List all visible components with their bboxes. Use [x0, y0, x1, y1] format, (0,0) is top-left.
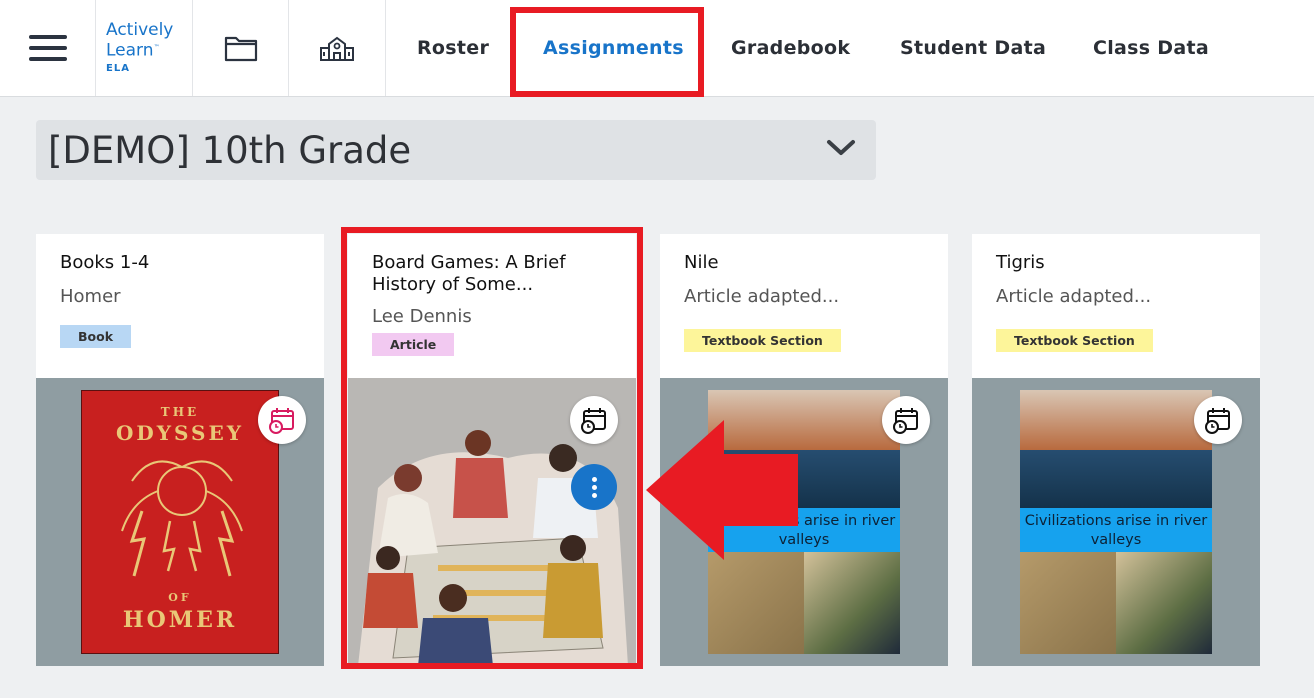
- cover-caption: Civilizations arise in river valleys: [1020, 508, 1212, 552]
- calendar-clock-icon: [893, 408, 918, 434]
- hamburger-icon: [28, 35, 67, 61]
- menu-button[interactable]: [0, 0, 96, 96]
- wheat-photo: [708, 552, 804, 654]
- card-type-badge: Textbook Section: [684, 329, 841, 352]
- logo-line-2: Learn: [106, 40, 154, 61]
- schedule-button[interactable]: [882, 396, 930, 444]
- card-cover-image: Civilizations arise in river valleys: [972, 378, 1260, 666]
- logo-trademark: ™: [153, 43, 160, 51]
- cover-line-1: THE: [160, 405, 200, 419]
- school-button[interactable]: [289, 0, 386, 96]
- satellite-map: [1116, 552, 1212, 654]
- assignments-tab-highlight: [510, 7, 704, 97]
- assignment-card-tigris[interactable]: Tigris Article adapted... Textbook Secti…: [972, 234, 1260, 666]
- card-title: Nile: [684, 252, 719, 273]
- logo-line-1: Actively: [106, 19, 174, 40]
- satellite-map: [804, 552, 900, 654]
- red-arrow-annotation: [646, 420, 798, 560]
- card-author: Article adapted...: [996, 286, 1152, 307]
- logo-product: ELA: [106, 63, 130, 75]
- tab-roster[interactable]: Roster: [417, 0, 489, 96]
- wheat-photo: [1020, 552, 1116, 654]
- odyssey-cover: THE ODYSSEY OF HOMER: [81, 390, 279, 654]
- river-photo: [1020, 450, 1212, 508]
- card-title: Books 1-4: [60, 252, 150, 273]
- cover-line-3: OF: [168, 591, 192, 604]
- library-button[interactable]: [193, 0, 289, 96]
- class-selector[interactable]: [DEMO] 10th Grade: [36, 120, 876, 180]
- folder-icon: [224, 36, 257, 62]
- board-games-card-highlight: [341, 227, 643, 669]
- river-valley-cover: Civilizations arise in river valleys: [1020, 390, 1212, 654]
- tab-student-data[interactable]: Student Data: [900, 0, 1046, 96]
- tab-class-data[interactable]: Class Data: [1093, 0, 1209, 96]
- schedule-button[interactable]: [258, 396, 306, 444]
- cliffs-photo: [1020, 390, 1212, 450]
- calendar-clock-icon: [1205, 408, 1230, 434]
- class-selector-value: [DEMO] 10th Grade: [48, 128, 412, 172]
- card-author: Homer: [60, 286, 121, 307]
- lightning-illustration: [121, 460, 243, 577]
- assignment-card-books-1-4[interactable]: Books 1-4 Homer Book THE ODYSSEY OF HOME…: [36, 234, 324, 666]
- schedule-button[interactable]: [1194, 396, 1242, 444]
- actively-learn-logo[interactable]: Actively Learn™ ELA: [96, 0, 193, 96]
- card-type-badge: Book: [60, 325, 132, 348]
- cover-line-4: HOMER: [122, 607, 238, 633]
- card-cover-image: THE ODYSSEY OF HOMER: [36, 378, 324, 666]
- school-icon: [320, 36, 354, 61]
- calendar-clock-icon: [269, 408, 294, 434]
- card-title: Tigris: [996, 252, 1045, 273]
- chevron-down-icon: [827, 140, 855, 155]
- cover-line-2: ODYSSEY: [115, 421, 244, 445]
- card-type-badge: Textbook Section: [996, 329, 1153, 352]
- card-author: Article adapted...: [684, 286, 840, 307]
- tab-gradebook[interactable]: Gradebook: [731, 0, 850, 96]
